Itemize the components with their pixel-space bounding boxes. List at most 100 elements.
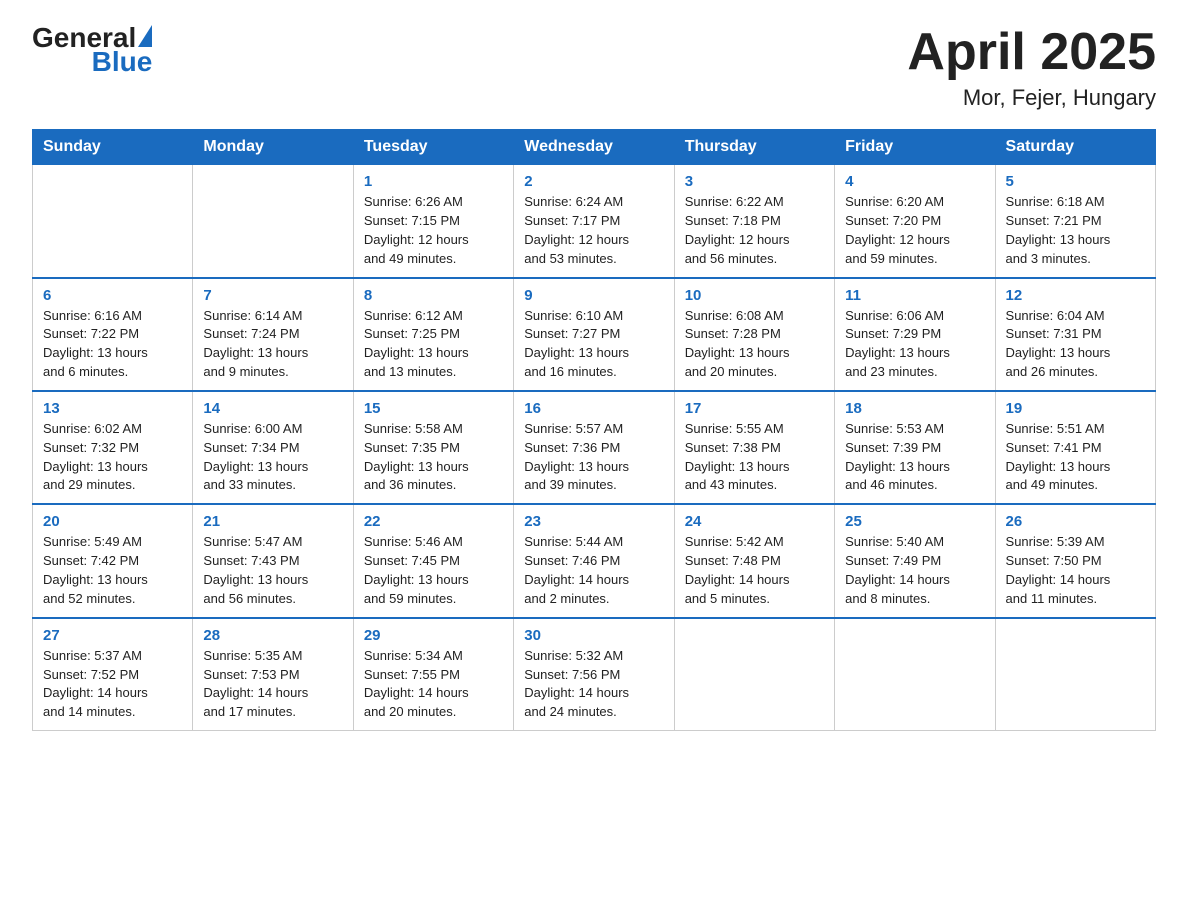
calendar-week-row: 1 Sunrise: 6:26 AMSunset: 7:15 PMDaylight… (33, 165, 1156, 278)
calendar-cell: 21 Sunrise: 5:47 AMSunset: 7:43 PMDayligh… (193, 504, 353, 617)
day-sun-info: Sunrise: 5:32 AMSunset: 7:56 PMDaylight:… (524, 647, 663, 722)
calendar-week-row: 13 Sunrise: 6:02 AMSunset: 7:32 PMDayligh… (33, 391, 1156, 504)
month-year-title: April 2025 (907, 24, 1156, 81)
weekday-header-monday: Monday (193, 130, 353, 165)
calendar-cell: 5 Sunrise: 6:18 AMSunset: 7:21 PMDaylight… (995, 165, 1155, 278)
day-sun-info: Sunrise: 6:24 AMSunset: 7:17 PMDaylight:… (524, 193, 663, 268)
day-sun-info: Sunrise: 6:04 AMSunset: 7:31 PMDaylight:… (1006, 307, 1145, 382)
weekday-header-wednesday: Wednesday (514, 130, 674, 165)
calendar-week-row: 27Sunrise: 5:37 AMSunset: 7:52 PMDayligh… (33, 618, 1156, 731)
day-number: 7 (203, 287, 342, 304)
calendar-cell: 16Sunrise: 5:57 AMSunset: 7:36 PMDayligh… (514, 391, 674, 504)
day-number: 5 (1006, 173, 1145, 190)
title-block: April 2025 Mor, Fejer, Hungary (907, 24, 1156, 111)
weekday-header-saturday: Saturday (995, 130, 1155, 165)
calendar-cell: 8 Sunrise: 6:12 AMSunset: 7:25 PMDaylight… (353, 278, 513, 391)
calendar-cell: 26 Sunrise: 5:39 AMSunset: 7:50 PMDayligh… (995, 504, 1155, 617)
day-sun-info: Sunrise: 6:16 AMSunset: 7:22 PMDaylight:… (43, 307, 182, 382)
day-sun-info: Sunrise: 5:46 AMSunset: 7:45 PMDaylight:… (364, 533, 503, 608)
calendar-cell: 10Sunrise: 6:08 AMSunset: 7:28 PMDayligh… (674, 278, 834, 391)
day-number: 22 (364, 513, 503, 530)
calendar-cell: 27Sunrise: 5:37 AMSunset: 7:52 PMDayligh… (33, 618, 193, 731)
day-number: 1 (364, 173, 503, 190)
calendar-cell (193, 165, 353, 278)
day-number: 6 (43, 287, 182, 304)
calendar-cell: 14 Sunrise: 6:00 AMSunset: 7:34 PMDayligh… (193, 391, 353, 504)
day-sun-info: Sunrise: 5:34 AMSunset: 7:55 PMDaylight:… (364, 647, 503, 722)
calendar-cell: 13 Sunrise: 6:02 AMSunset: 7:32 PMDayligh… (33, 391, 193, 504)
day-sun-info: Sunrise: 6:00 AMSunset: 7:34 PMDaylight:… (203, 420, 342, 495)
day-sun-info: Sunrise: 5:57 AMSunset: 7:36 PMDaylight:… (524, 420, 663, 495)
day-sun-info: Sunrise: 6:20 AMSunset: 7:20 PMDaylight:… (845, 193, 984, 268)
calendar-cell: 11Sunrise: 6:06 AMSunset: 7:29 PMDayligh… (835, 278, 995, 391)
day-number: 9 (524, 287, 663, 304)
day-number: 26 (1006, 513, 1145, 530)
day-sun-info: Sunrise: 5:47 AMSunset: 7:43 PMDaylight:… (203, 533, 342, 608)
day-sun-info: Sunrise: 5:40 AMSunset: 7:49 PMDaylight:… (845, 533, 984, 608)
calendar-cell: 4 Sunrise: 6:20 AMSunset: 7:20 PMDaylight… (835, 165, 995, 278)
day-number: 4 (845, 173, 984, 190)
calendar-cell: 19Sunrise: 5:51 AMSunset: 7:41 PMDayligh… (995, 391, 1155, 504)
day-number: 24 (685, 513, 824, 530)
calendar-cell: 7Sunrise: 6:14 AMSunset: 7:24 PMDaylight… (193, 278, 353, 391)
calendar-cell: 15 Sunrise: 5:58 AMSunset: 7:35 PMDayligh… (353, 391, 513, 504)
day-number: 17 (685, 400, 824, 417)
calendar-cell: 28Sunrise: 5:35 AMSunset: 7:53 PMDayligh… (193, 618, 353, 731)
page-header: General Blue April 2025 Mor, Fejer, Hung… (32, 24, 1156, 111)
calendar-cell: 30 Sunrise: 5:32 AMSunset: 7:56 PMDayligh… (514, 618, 674, 731)
weekday-header-sunday: Sunday (33, 130, 193, 165)
calendar-cell: 25 Sunrise: 5:40 AMSunset: 7:49 PMDayligh… (835, 504, 995, 617)
day-number: 28 (203, 627, 342, 644)
day-sun-info: Sunrise: 5:58 AMSunset: 7:35 PMDaylight:… (364, 420, 503, 495)
calendar-cell (835, 618, 995, 731)
day-number: 25 (845, 513, 984, 530)
day-sun-info: Sunrise: 5:55 AMSunset: 7:38 PMDaylight:… (685, 420, 824, 495)
calendar-cell: 9 Sunrise: 6:10 AMSunset: 7:27 PMDaylight… (514, 278, 674, 391)
day-number: 18 (845, 400, 984, 417)
day-sun-info: Sunrise: 6:26 AMSunset: 7:15 PMDaylight:… (364, 193, 503, 268)
weekday-header-row: SundayMondayTuesdayWednesdayThursdayFrid… (33, 130, 1156, 165)
day-sun-info: Sunrise: 5:44 AMSunset: 7:46 PMDaylight:… (524, 533, 663, 608)
day-number: 2 (524, 173, 663, 190)
calendar-cell (674, 618, 834, 731)
calendar-cell: 1 Sunrise: 6:26 AMSunset: 7:15 PMDaylight… (353, 165, 513, 278)
logo-blue-text: Blue (92, 46, 153, 77)
day-sun-info: Sunrise: 5:39 AMSunset: 7:50 PMDaylight:… (1006, 533, 1145, 608)
day-sun-info: Sunrise: 6:08 AMSunset: 7:28 PMDaylight:… (685, 307, 824, 382)
day-sun-info: Sunrise: 6:22 AMSunset: 7:18 PMDaylight:… (685, 193, 824, 268)
calendar-cell: 23 Sunrise: 5:44 AMSunset: 7:46 PMDayligh… (514, 504, 674, 617)
calendar-cell (33, 165, 193, 278)
day-number: 30 (524, 627, 663, 644)
logo-triangle-icon (138, 25, 152, 47)
calendar-week-row: 20Sunrise: 5:49 AMSunset: 7:42 PMDayligh… (33, 504, 1156, 617)
calendar-cell: 22 Sunrise: 5:46 AMSunset: 7:45 PMDayligh… (353, 504, 513, 617)
logo: General Blue (32, 24, 152, 76)
day-number: 13 (43, 400, 182, 417)
day-number: 3 (685, 173, 824, 190)
day-number: 20 (43, 513, 182, 530)
weekday-header-thursday: Thursday (674, 130, 834, 165)
calendar-cell: 20Sunrise: 5:49 AMSunset: 7:42 PMDayligh… (33, 504, 193, 617)
day-number: 14 (203, 400, 342, 417)
weekday-header-friday: Friday (835, 130, 995, 165)
calendar-cell: 2 Sunrise: 6:24 AMSunset: 7:17 PMDaylight… (514, 165, 674, 278)
weekday-header-tuesday: Tuesday (353, 130, 513, 165)
day-sun-info: Sunrise: 6:10 AMSunset: 7:27 PMDaylight:… (524, 307, 663, 382)
day-number: 23 (524, 513, 663, 530)
day-sun-info: Sunrise: 6:02 AMSunset: 7:32 PMDaylight:… (43, 420, 182, 495)
calendar-table: SundayMondayTuesdayWednesdayThursdayFrid… (32, 129, 1156, 731)
day-number: 27 (43, 627, 182, 644)
calendar-cell: 12Sunrise: 6:04 AMSunset: 7:31 PMDayligh… (995, 278, 1155, 391)
day-number: 15 (364, 400, 503, 417)
calendar-cell: 29Sunrise: 5:34 AMSunset: 7:55 PMDayligh… (353, 618, 513, 731)
day-number: 11 (845, 287, 984, 304)
calendar-cell: 6 Sunrise: 6:16 AMSunset: 7:22 PMDaylight… (33, 278, 193, 391)
day-sun-info: Sunrise: 6:18 AMSunset: 7:21 PMDaylight:… (1006, 193, 1145, 268)
calendar-cell: 17 Sunrise: 5:55 AMSunset: 7:38 PMDayligh… (674, 391, 834, 504)
day-number: 8 (364, 287, 503, 304)
day-sun-info: Sunrise: 5:53 AMSunset: 7:39 PMDaylight:… (845, 420, 984, 495)
day-sun-info: Sunrise: 6:12 AMSunset: 7:25 PMDaylight:… (364, 307, 503, 382)
day-number: 21 (203, 513, 342, 530)
calendar-cell: 18 Sunrise: 5:53 AMSunset: 7:39 PMDayligh… (835, 391, 995, 504)
calendar-cell (995, 618, 1155, 731)
